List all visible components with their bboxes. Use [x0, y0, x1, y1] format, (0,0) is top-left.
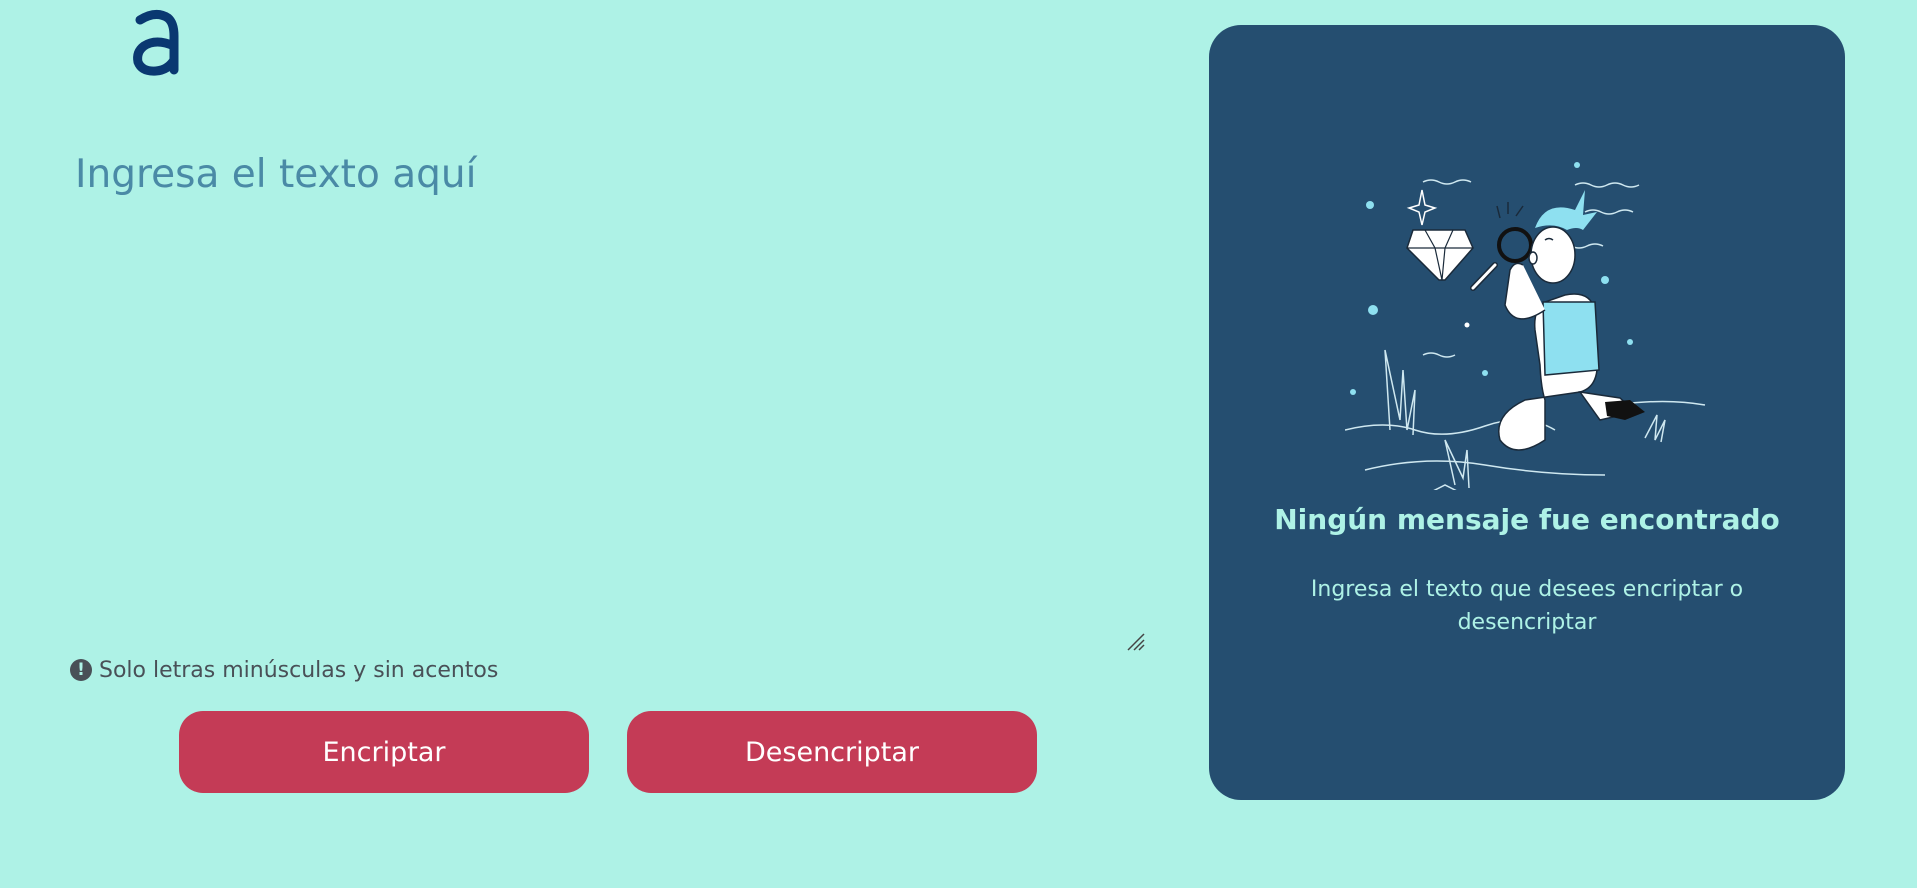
- decrypt-button[interactable]: Desencriptar: [627, 711, 1037, 793]
- person-searching-diamond-illustration: [1345, 162, 1706, 490]
- panel-title: Ningún mensaje fue encontrado: [1274, 503, 1780, 536]
- hint-text: Solo letras minúsculas y sin acentos: [99, 657, 499, 683]
- resize-handle-icon[interactable]: [1124, 630, 1146, 652]
- app-page: ! Solo letras minúsculas y sin acentos E…: [0, 0, 1917, 888]
- text-input[interactable]: [75, 150, 1145, 650]
- output-panel: Ningún mensaje fue encontrado Ingresa el…: [1209, 25, 1845, 800]
- exclamation-circle-icon: !: [70, 659, 92, 681]
- encrypt-button[interactable]: Encriptar: [179, 711, 589, 793]
- logo: [130, 8, 182, 78]
- panel-description: Ingresa el texto que desees encriptar o …: [1310, 577, 1744, 635]
- logo-a-icon: [133, 10, 179, 76]
- input-hint: ! Solo letras minúsculas y sin acentos: [70, 657, 498, 683]
